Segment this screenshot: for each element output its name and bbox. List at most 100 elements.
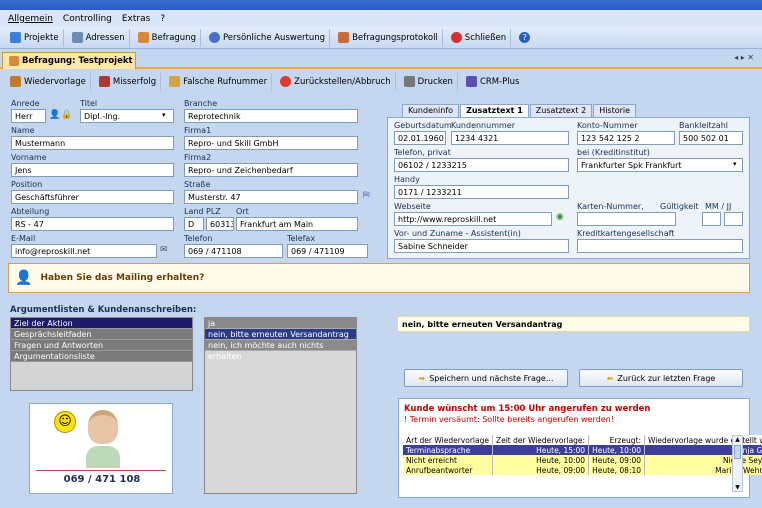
geburtsdatum-field[interactable]: 02.01.1960 [394, 131, 446, 145]
chevron-down-icon[interactable]: ▾ [162, 111, 166, 119]
menu-help[interactable]: ? [160, 14, 165, 24]
column-header: Zeit der Wiedervorlage: [492, 435, 590, 445]
abteilung-label: Abteilung [11, 207, 50, 216]
agent-card: ☺ 069 / 471 108 [29, 403, 173, 494]
evaluation-button[interactable]: Persönliche Auswertung [205, 28, 331, 47]
mmjj-label: MM / JJ [705, 202, 732, 211]
handy-field[interactable]: 0171 / 1233211 [394, 185, 569, 199]
vorname-field[interactable]: Jens [11, 163, 174, 177]
bankleitzahl-field[interactable]: 500 502 01 [679, 131, 743, 145]
protocol-button[interactable]: Befragungsprotokoll [334, 28, 443, 47]
help-button[interactable]: ? [515, 29, 534, 47]
tab-navigation-arrows[interactable]: ◂ ▸ ✕ [734, 53, 754, 62]
list-item[interactable]: Gesprächsleitfaden [11, 329, 192, 340]
column-header: Wiedervorlage wurde erstellt von: [644, 435, 762, 445]
branche-label: Branche [184, 99, 218, 108]
position-label: Position [11, 180, 43, 189]
scroll-thumb[interactable] [734, 445, 741, 459]
crm-button[interactable]: CRM-Plus [462, 73, 524, 91]
email-send-icon[interactable]: ✉ [160, 245, 168, 255]
agent-avatar [86, 410, 120, 472]
failure-button[interactable]: Misserfolg [95, 72, 162, 91]
answer-item[interactable]: nein, ich möchte auch nichts erhalten [205, 340, 356, 361]
menu-controlling[interactable]: Controlling [63, 14, 112, 24]
chevron-down-icon[interactable]: ▾ [733, 160, 737, 168]
strasse-field[interactable]: Musterstr. 47 [184, 190, 358, 204]
scroll-up-icon[interactable]: ▲ [733, 436, 742, 443]
table-row[interactable]: Nicht erreichtHeute, 10:00Heute, 09:00Ni… [403, 455, 762, 465]
projects-icon [10, 32, 21, 43]
map-icon[interactable]: ⛿ [363, 191, 370, 201]
email-field[interactable]: info@reproskill.net [11, 244, 157, 258]
action-toolbar: Wiedervorlage Misserfolg Falsche Rufnumm… [0, 71, 762, 92]
survey-button[interactable]: Befragung [134, 28, 201, 47]
jahr-field[interactable] [724, 212, 743, 226]
email-label: E-Mail [11, 234, 36, 243]
menu-allgemein[interactable]: Allgemein [8, 14, 53, 24]
column-header: Art der Wiedervorlage [403, 435, 493, 445]
menu-extras[interactable]: Extras [122, 14, 150, 24]
protocol-icon [338, 32, 350, 43]
kontonummer-field[interactable]: 123 542 125 2 [577, 131, 675, 145]
close-button[interactable]: Schließen [447, 28, 512, 47]
abteilung-field[interactable]: RS - 47 [11, 217, 174, 231]
tab-befragung[interactable]: Befragung: Testprojekt [2, 52, 136, 69]
monat-field[interactable] [702, 212, 721, 226]
scrollbar[interactable]: ▲ ▼ [732, 435, 743, 492]
tab-kundeninfo[interactable]: Kundeninfo [402, 104, 460, 117]
cancel-icon [280, 76, 292, 87]
detail-tabs: Kundeninfo Zusatztext 1 Zusatztext 2 His… [402, 104, 637, 117]
back-button[interactable]: ⬅ Zurück zur letzten Frage [579, 369, 743, 387]
webseite-field[interactable]: http://www.reproskill.net [394, 212, 552, 226]
list-item[interactable]: Ziel der Aktion [11, 318, 192, 329]
answer-item[interactable]: nein, bitte erneuten Versandantrag [205, 329, 356, 340]
assistent-field[interactable]: Sabine Schneider [394, 239, 569, 253]
table-row[interactable]: Terminabsprache Heute, 15:00 Heute, 10:00 A… [403, 445, 762, 455]
projects-button[interactable]: Projekte [6, 28, 64, 47]
table-row[interactable]: Anrufbeantworter Heute, 09:00 Heute, 08:10… [403, 465, 762, 475]
kartengesellschaft-field[interactable] [577, 239, 743, 253]
list-item[interactable]: Fragen und Antworten [11, 340, 192, 351]
anrede-field[interactable]: Herr [11, 109, 46, 123]
print-button[interactable]: Drucken [400, 72, 458, 91]
lock-icon[interactable]: 🔒 [61, 110, 72, 120]
browser-icon[interactable]: ◉ [556, 212, 564, 222]
wrong-number-button[interactable]: Falsche Rufnummer [165, 72, 273, 91]
ort-field[interactable]: Frankfurt am Main [236, 217, 358, 231]
titel-select[interactable]: Dipl.-Ing. [80, 109, 174, 123]
kartennummer-field[interactable] [577, 212, 676, 226]
name-field[interactable]: Mustermann [11, 136, 174, 150]
scroll-down-icon[interactable]: ▼ [733, 484, 742, 491]
land-field[interactable]: D [184, 217, 204, 231]
agent-phone: 069 / 471 108 [63, 474, 141, 485]
kundennummer-field[interactable]: 1234 4321 [451, 131, 569, 145]
callback-title: Kunde wünscht um 15:00 Uhr angerufen zu … [404, 404, 651, 414]
firma2-field[interactable]: Repro- und Zeichenbedarf [184, 163, 358, 177]
contact-person-icon[interactable]: 👤 [49, 110, 60, 120]
telefon-privat-field[interactable]: 06102 / 1233215 [394, 158, 569, 172]
save-next-button[interactable]: ➡ Speichern und nächste Frage... [404, 369, 568, 387]
resubmit-button[interactable]: Wiedervorlage [6, 72, 91, 91]
telefax-field[interactable]: 069 / 471109 [287, 244, 368, 258]
clock-icon [208, 32, 220, 43]
tab-zusatztext-2[interactable]: Zusatztext 2 [529, 104, 593, 117]
address-book-icon [71, 32, 83, 43]
addresses-button[interactable]: Adressen [68, 28, 130, 47]
question-box: 👤 Haben Sie das Mailing erhalten? [8, 263, 750, 293]
branche-field[interactable]: Reprotechnik [184, 109, 358, 123]
tab-historie[interactable]: Historie [593, 104, 637, 117]
handy-label: Handy [394, 175, 420, 184]
list-item[interactable]: Argumentationsliste [11, 351, 192, 362]
telefon-field[interactable]: 069 / 471108 [184, 244, 283, 258]
tab-zusatztext-1[interactable]: Zusatztext 1 [460, 104, 529, 117]
bank-select[interactable]: Frankfurter Spk Frankfurt [577, 158, 743, 172]
position-field[interactable]: Geschäftsführer [11, 190, 174, 204]
karten-label: Karten-Nummer, [577, 202, 644, 211]
resubmit-icon [10, 76, 21, 87]
firma1-field[interactable]: Repro- und Skill GmbH [184, 136, 358, 150]
plz-field[interactable]: 60313 [206, 217, 234, 231]
answer-item[interactable]: ja [205, 318, 356, 329]
cancel-button[interactable]: Zurückstellen/Abbruch [276, 72, 396, 91]
selected-answer: nein, bitte erneuten Versandantrag [397, 316, 750, 332]
callback-panel: Kunde wünscht um 15:00 Uhr angerufen zu … [398, 398, 762, 498]
